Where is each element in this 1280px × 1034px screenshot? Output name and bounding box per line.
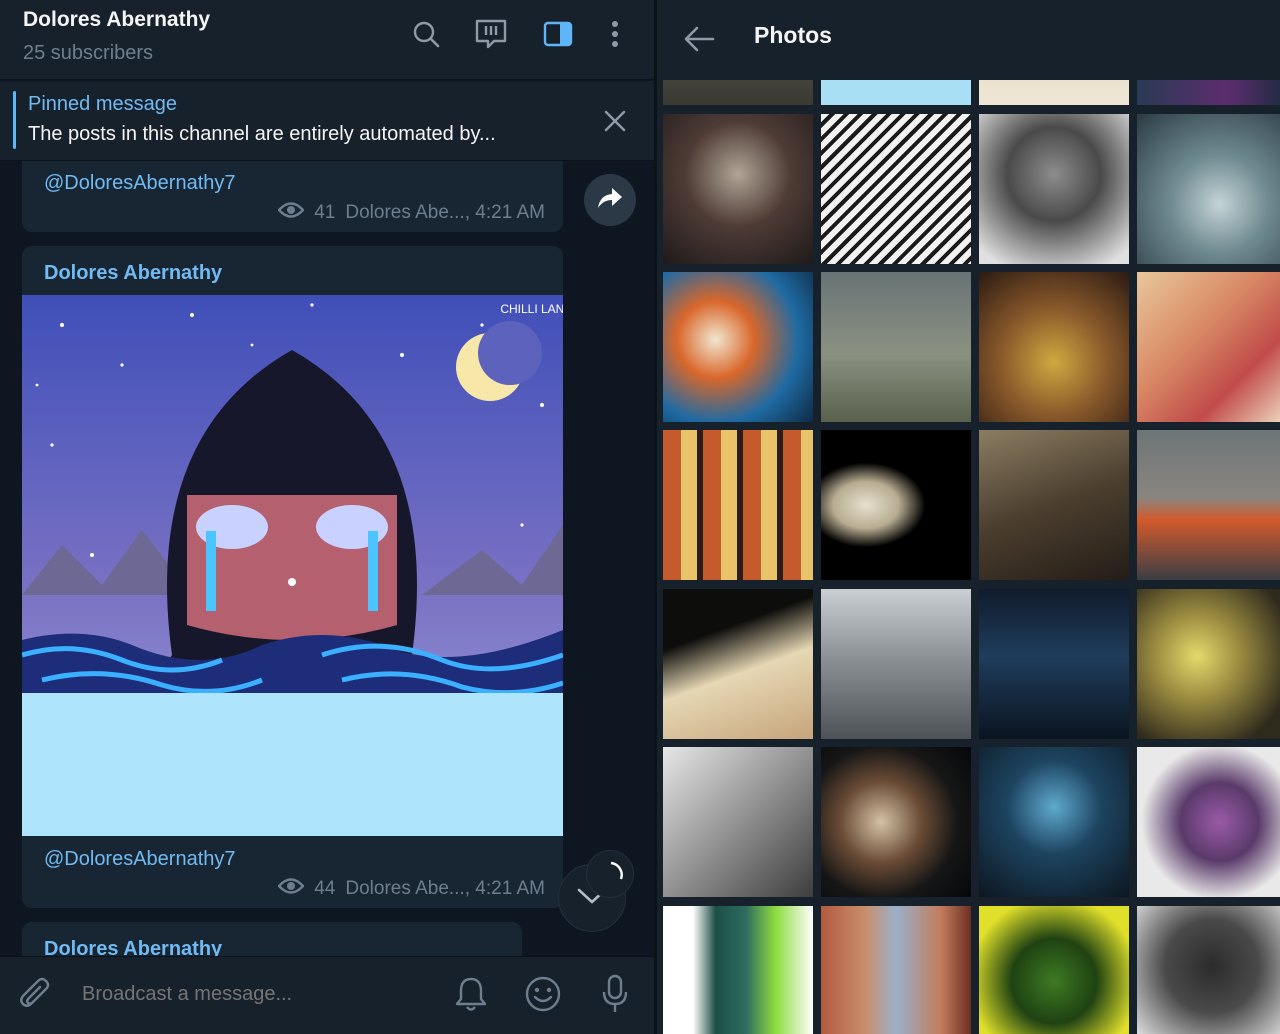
telegram-window: @DoloresAbernathy7 41 Dolores Abe..., 4:…	[0, 0, 1280, 1034]
photo-thumbnail[interactable]	[663, 114, 813, 264]
photo-thumbnail[interactable]	[663, 589, 813, 739]
share-arrow-icon	[597, 187, 623, 214]
photo-thumbnail[interactable]	[1137, 114, 1280, 264]
photo-thumbnail[interactable]	[821, 747, 971, 897]
voice-message-button[interactable]	[600, 973, 630, 1015]
photo-thumbnail[interactable]	[821, 430, 971, 580]
paperclip-icon	[18, 977, 54, 1017]
views-icon	[277, 202, 305, 224]
chat-header[interactable]: Dolores Abernathy 25 subscribers	[0, 0, 655, 80]
photo-thumbnail[interactable]	[979, 589, 1129, 739]
photo-thumbnail[interactable]	[1137, 589, 1280, 739]
live-stream-icon	[474, 18, 508, 55]
message-photo[interactable]: CHILLI LANI	[22, 295, 563, 836]
message-meta: 41 Dolores Abe..., 4:21 AM	[277, 202, 545, 224]
message-bubble[interactable]: @DoloresAbernathy7 41 Dolores Abe..., 4:…	[22, 150, 563, 232]
arrow-left-icon	[683, 26, 717, 60]
photo-thumbnail[interactable]	[979, 430, 1129, 580]
photo-thumbnail[interactable]	[1137, 906, 1280, 1034]
photos-title: Photos	[754, 22, 832, 48]
forward-button[interactable]	[584, 174, 636, 226]
pinned-message-bar[interactable]: Pinned message The posts in this channel…	[0, 81, 655, 161]
views-count: 41	[314, 202, 336, 223]
message-bubble[interactable]: Dolores Abernathy	[22, 246, 563, 908]
back-button[interactable]	[683, 22, 717, 56]
views-icon	[277, 878, 305, 900]
message-composer	[0, 956, 655, 1034]
search-icon	[412, 20, 440, 53]
message-input[interactable]	[82, 983, 422, 1006]
pinned-accent-bar	[13, 91, 16, 149]
message-signature-link[interactable]: @DoloresAbernathy7	[44, 172, 236, 195]
discussion-button[interactable]	[473, 18, 509, 54]
photo-thumbnail[interactable]	[821, 272, 971, 422]
message-author: Dolores Abernathy	[44, 262, 223, 284]
notifications-button[interactable]	[453, 975, 489, 1013]
photo-thumbnail[interactable]	[821, 906, 971, 1034]
sidebar-panel-icon	[543, 21, 573, 52]
attach-button[interactable]	[18, 977, 54, 1013]
photo-thumbnail[interactable]	[979, 906, 1129, 1034]
chat-panel: @DoloresAbernathy7 41 Dolores Abe..., 4:…	[0, 0, 655, 1034]
photo-thumbnail[interactable]	[979, 747, 1129, 897]
close-pinned-button[interactable]	[600, 106, 630, 136]
search-button[interactable]	[408, 18, 444, 54]
bell-icon	[453, 977, 489, 1017]
photos-header: Photos	[657, 0, 1280, 80]
toggle-sidebar-button[interactable]	[540, 18, 576, 54]
photo-thumbnail[interactable]	[821, 114, 971, 264]
photo-thumbnail[interactable]	[1137, 747, 1280, 897]
crying-girl-illustration: CHILLI LANI	[22, 295, 563, 836]
close-icon	[600, 110, 630, 140]
message-meta: 44 Dolores Abe..., 4:21 AM	[277, 878, 545, 900]
loading-spinner	[586, 850, 634, 898]
photo-thumbnail[interactable]	[663, 430, 813, 580]
photo-thumbnail[interactable]	[979, 114, 1129, 264]
emoji-button[interactable]	[524, 975, 562, 1013]
message-signature-time: Dolores Abe..., 4:21 AM	[345, 202, 545, 223]
photo-thumbnail[interactable]	[663, 272, 813, 422]
photo-thumbnail[interactable]	[821, 589, 971, 739]
message-signature-link[interactable]: @DoloresAbernathy7	[44, 848, 236, 871]
vertical-dots-icon	[611, 20, 619, 53]
photo-thumbnail[interactable]	[1137, 430, 1280, 580]
pinned-text: The posts in this channel are entirely a…	[28, 123, 496, 145]
more-options-button[interactable]	[597, 18, 633, 54]
smiley-icon	[524, 976, 562, 1017]
subscriber-count: 25 subscribers	[23, 42, 154, 64]
photo-thumbnail[interactable]	[663, 747, 813, 897]
pinned-label: Pinned message	[28, 93, 177, 115]
views-count: 44	[314, 878, 336, 899]
channel-title[interactable]: Dolores Abernathy	[23, 8, 210, 32]
photo-thumbnail[interactable]	[979, 272, 1129, 422]
shared-media-panel: Photos	[657, 0, 1280, 1034]
message-signature-time: Dolores Abe..., 4:21 AM	[345, 878, 545, 899]
photo-thumbnail[interactable]	[1137, 272, 1280, 422]
photo-thumbnail[interactable]	[663, 906, 813, 1034]
microphone-icon	[600, 974, 630, 1019]
image-watermark: CHILLI LANI	[500, 302, 563, 316]
